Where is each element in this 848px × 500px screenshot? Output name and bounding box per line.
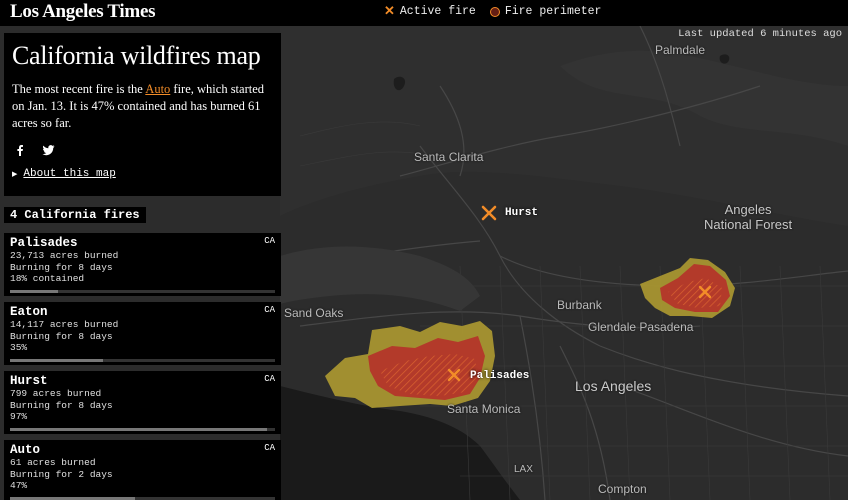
place-glendale-pasadena: Glendale Pasadena [588,320,694,334]
legend-fire-perimeter: Fire perimeter [489,5,602,18]
containment-bar [10,359,275,362]
info-panel: California wildfires map The most recent… [4,33,281,196]
fire-duration: Burning for 8 days [10,261,113,273]
fire-acres: 23,713 acres burned [10,250,119,261]
fire-containment: 47% [10,480,28,491]
top-bar: Los Angeles Times ✕ Active fire Fire per… [0,0,848,26]
perimeter-circle-icon [489,6,500,17]
containment-fill [10,428,268,431]
fire-state: CA [264,443,275,453]
place-palmdale: Palmdale [655,43,706,57]
page-title: California wildfires map [12,41,261,70]
social-share [14,144,273,156]
fire-duration: Burning for 8 days [10,399,113,411]
summary-text: The most recent fire is the Auto fire, w… [12,82,265,130]
fire-containment: 97% [10,411,28,422]
fire-label-hurst[interactable]: Hurst [505,207,538,219]
containment-bar [10,290,275,293]
fire-duration: Burning for 2 days [10,468,113,480]
last-updated: Last updated 6 minutes ago [678,28,842,40]
place-burbank: Burbank [557,298,602,312]
about-map-toggle[interactable]: ▶ About this map [12,168,273,180]
fire-acres: 14,117 acres burned [10,319,119,330]
triangle-right-icon: ▶ [12,170,18,179]
fire-name: Palisades [10,236,78,250]
about-link[interactable]: About this map [23,168,115,180]
facebook-icon[interactable] [14,144,26,156]
fire-containment: 35% [10,342,28,353]
twitter-icon[interactable] [42,144,55,156]
fire-card-auto[interactable]: Auto CA 61 acres burned Burning for 2 da… [4,440,281,500]
fire-name: Hurst [10,374,48,388]
containment-fill [10,290,58,293]
fire-card-palisades[interactable]: Palisades CA 23,713 acres burned Burning… [4,233,281,296]
fire-label-palisades[interactable]: Palisades [470,370,529,382]
legend-label: Active fire [399,5,476,18]
place-compton: Compton [598,482,647,496]
place-santa-monica: Santa Monica [447,402,521,416]
fire-name: Auto [10,443,41,457]
place-los-angeles: Los Angeles [575,378,652,394]
fire-acres: 799 acres burned [10,388,102,399]
fire-state: CA [264,236,275,246]
fire-card-eaton[interactable]: Eaton CA 14,117 acres burned Burning for… [4,302,281,365]
containment-fill [10,359,103,362]
fire-card-hurst[interactable]: Hurst CA 799 acres burned Burning for 8 … [4,371,281,434]
fire-duration: Burning for 8 days [10,330,113,342]
fire-containment: 18% contained [10,273,85,284]
fires-count: 4 California fires [4,207,146,223]
fire-state: CA [264,305,275,315]
place-sand-oaks: Sand Oaks [284,306,344,320]
containment-bar [10,428,275,431]
fire-state: CA [264,374,275,384]
legend-active-fire: ✕ Active fire [384,4,476,19]
fire-name: Eaton [10,305,48,319]
place-lax: LAX [514,464,533,475]
brand-logo[interactable]: Los Angeles Times [10,1,155,23]
place-angeles-national-forest: Angeles National Forest [704,202,793,232]
fire-acres: 61 acres burned [10,457,96,468]
x-marker-icon: ✕ [384,4,395,19]
auto-fire-link[interactable]: Auto [145,82,170,96]
legend-label: Fire perimeter [504,5,602,18]
place-santa-clarita: Santa Clarita [414,150,484,164]
map-legend: ✕ Active fire Fire perimeter [384,4,601,19]
